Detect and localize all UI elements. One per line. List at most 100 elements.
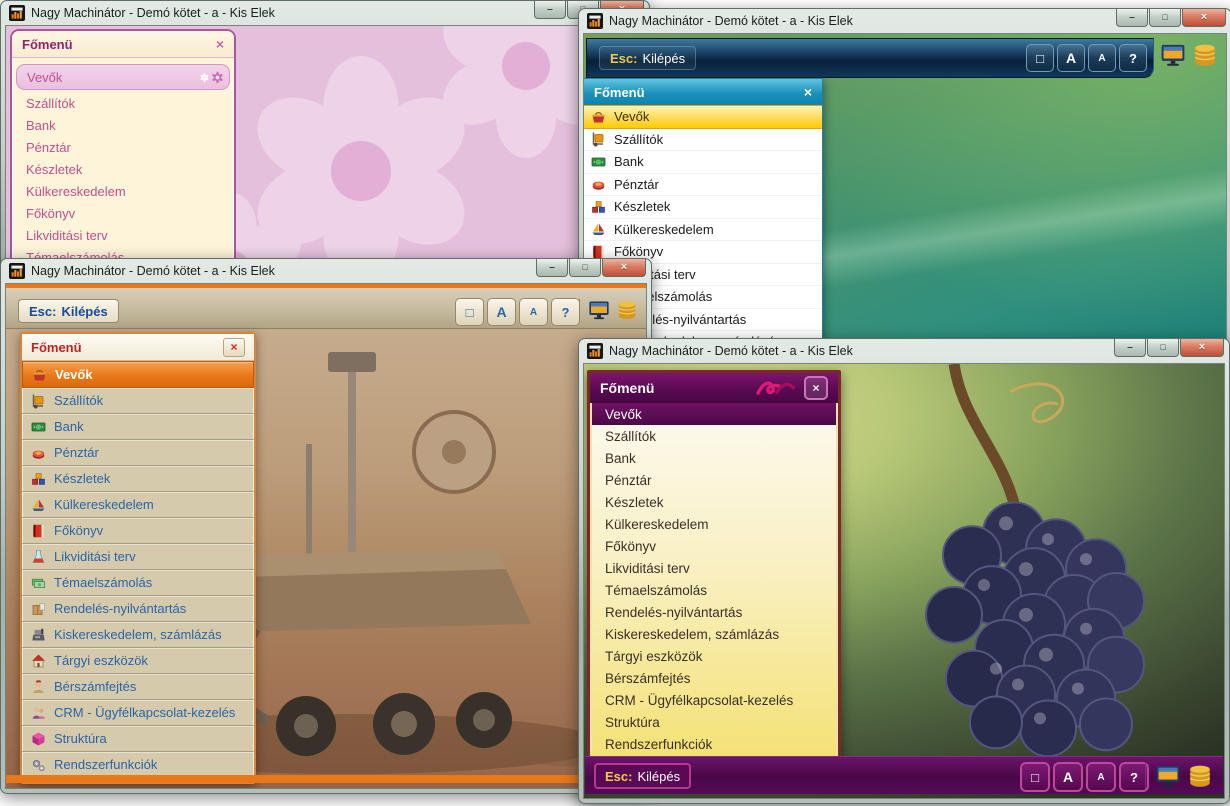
esc-exit-button[interactable]: Esc: Kilépés	[599, 46, 696, 70]
font-increase-button[interactable]: A	[1057, 44, 1085, 72]
menu-item-crm-ugyfelkapcsolat[interactable]: CRM - Ügyfélkapcsolat-kezelés	[592, 689, 836, 711]
menu-item-szallitok[interactable]: Szállítók	[584, 129, 822, 152]
menu-item-targyi-eszkozok[interactable]: Tárgyi eszközök	[22, 648, 254, 674]
close-icon[interactable]: ×	[804, 376, 828, 400]
menu-item-szallitok[interactable]: Szállítók	[22, 388, 254, 414]
menu-item-keszletek[interactable]: Készletek	[22, 466, 254, 492]
menu-item-bank[interactable]: Bank	[22, 414, 254, 440]
menu-item-penztar[interactable]: Pénztár	[22, 440, 254, 466]
menu-item-likviditasi-terv[interactable]: Likviditási terv	[592, 557, 836, 579]
help-button[interactable]: ?	[1119, 44, 1147, 72]
menu-item-likviditasi-terv[interactable]: Likviditási terv	[12, 224, 234, 246]
menu-item-berszamfejtes[interactable]: Bérszámfejtés	[592, 667, 836, 689]
close-button[interactable]: ×	[602, 259, 646, 277]
menu-item-rendszerfunkciok[interactable]: Rendszerfunkciók	[592, 733, 836, 755]
minimize-button[interactable]: –	[534, 1, 566, 19]
menu-item-kulkereskedelem[interactable]: Külkereskedelem	[22, 492, 254, 518]
menu-item-bank[interactable]: Bank	[12, 114, 234, 136]
font-decrease-button[interactable]: A	[1086, 762, 1116, 792]
maximize-button[interactable]: □	[1147, 339, 1179, 357]
minimize-button[interactable]: –	[1114, 339, 1146, 357]
esc-exit-button[interactable]: Esc: Kilépés	[18, 299, 119, 323]
menu-item-struktura[interactable]: Struktúra	[22, 726, 254, 752]
font-decrease-button[interactable]: A	[519, 298, 548, 326]
window-mode-button[interactable]: □	[1026, 44, 1054, 72]
maximize-button[interactable]: □	[569, 259, 601, 277]
monitor-icon[interactable]	[1155, 763, 1181, 789]
titlebar[interactable]: Nagy Machinátor - Demó kötet - a - Kis E…	[579, 9, 1230, 33]
minimize-button[interactable]: –	[536, 259, 568, 277]
menu-item-vevok[interactable]: Vevők	[16, 64, 230, 90]
window-title: Nagy Machinátor - Demó kötet - a - Kis E…	[609, 344, 853, 358]
sail-icon	[30, 497, 47, 513]
font-decrease-button[interactable]: A	[1088, 44, 1116, 72]
window-mode-button[interactable]: □	[455, 298, 484, 326]
menu-item-keszletek[interactable]: Készletek	[592, 491, 836, 513]
menu-item-label: Bank	[26, 118, 56, 133]
menu-item-szallitok[interactable]: Szállítók	[12, 92, 234, 114]
menu-item-label: Témaelszámolás	[605, 583, 707, 598]
menu-item-bank[interactable]: Bank	[584, 151, 822, 174]
menu-item-fokonyv[interactable]: Főkönyv	[12, 202, 234, 224]
database-icon[interactable]	[616, 299, 638, 321]
minimize-button[interactable]: –	[1116, 9, 1148, 27]
menu-item-penztar[interactable]: Pénztár	[12, 136, 234, 158]
menu-item-vevok[interactable]: Vevők	[592, 403, 836, 425]
menu-title: Főmenü	[594, 85, 645, 100]
menu-item-label: Vevők	[614, 109, 649, 124]
menu-item-keszletek[interactable]: Készletek	[584, 196, 822, 219]
database-icon[interactable]	[1192, 42, 1218, 68]
menu-item-fokonyv[interactable]: Főkönyv	[22, 518, 254, 544]
menu-item-crm-ugyfelkapcsolat[interactable]: CRM - Ügyfélkapcsolat-kezelés	[22, 700, 254, 726]
menu-item-rendeles-nyilvantartas[interactable]: Rendelés-nyilvántartás	[22, 596, 254, 622]
menu-item-struktura[interactable]: Struktúra	[592, 711, 836, 733]
window-grape-theme: Nagy Machinátor - Demó kötet - a - Kis E…	[578, 338, 1230, 804]
close-button[interactable]: ×	[1180, 339, 1224, 357]
esc-exit-button[interactable]: Esc: Kilépés	[594, 763, 691, 789]
database-icon[interactable]	[1187, 763, 1213, 789]
window-mode-button[interactable]: □	[1020, 762, 1050, 792]
menu-item-kulkereskedelem[interactable]: Külkereskedelem	[592, 513, 836, 535]
menu-item-vevok[interactable]: Vevők	[22, 361, 254, 388]
close-icon[interactable]: ×	[804, 84, 812, 100]
titlebar[interactable]: Nagy Machinátor - Demó kötet - a - Kis E…	[1, 1, 649, 25]
menu-item-fokonyv[interactable]: Főkönyv	[592, 535, 836, 557]
menu-item-label: Bank	[54, 419, 84, 434]
menu-item-kiskereskedelem-szamlazas[interactable]: Kiskereskedelem, számlázás	[22, 622, 254, 648]
toolbar: Esc: Kilépés □AA?	[6, 284, 646, 329]
menu-item-targyi-eszkozok[interactable]: Tárgyi eszközök	[592, 645, 836, 667]
menu-item-vevok[interactable]: Vevők	[584, 105, 822, 129]
close-icon[interactable]: ×	[216, 36, 224, 52]
menu-item-kiskereskedelem-szamlazas[interactable]: Kiskereskedelem, számlázás	[592, 623, 836, 645]
window-controls: –□×	[1116, 9, 1226, 27]
people-icon	[30, 705, 47, 721]
menu-item-penztar[interactable]: Pénztár	[592, 469, 836, 491]
menu-item-temaelszamolas[interactable]: Témaelszámolás	[22, 570, 254, 596]
monitor-icon[interactable]	[588, 299, 610, 321]
menu-item-penztar[interactable]: Pénztár	[584, 174, 822, 197]
titlebar[interactable]: Nagy Machinátor - Demó kötet - a - Kis E…	[579, 339, 1229, 363]
menu-item-kulkereskedelem[interactable]: Külkereskedelem	[584, 219, 822, 242]
titlebar[interactable]: Nagy Machinátor - Demó kötet - a - Kis E…	[1, 259, 651, 283]
menu-panel-header: Főmenü ×	[590, 373, 838, 403]
menu-item-kulkereskedelem[interactable]: Külkereskedelem	[12, 180, 234, 202]
swirl-decoration-icon	[756, 379, 796, 397]
handcart-icon	[30, 393, 47, 409]
help-button[interactable]: ?	[551, 298, 580, 326]
menu-item-szallitok[interactable]: Szállítók	[592, 425, 836, 447]
cubes-icon	[30, 471, 47, 487]
font-increase-button[interactable]: A	[1053, 762, 1083, 792]
close-icon[interactable]: ×	[223, 338, 245, 357]
menu-item-rendeles-nyilvantartas[interactable]: Rendelés-nyilvántartás	[592, 601, 836, 623]
menu-item-berszamfejtes[interactable]: Bérszámfejtés	[22, 674, 254, 700]
menu-item-likviditasi-terv[interactable]: Likviditási terv	[22, 544, 254, 570]
menu-item-temaelszamolas[interactable]: Témaelszámolás	[592, 579, 836, 601]
close-button[interactable]: ×	[1182, 9, 1226, 27]
font-increase-button[interactable]: A	[487, 298, 516, 326]
menu-item-bank[interactable]: Bank	[592, 447, 836, 469]
maximize-button[interactable]: □	[1149, 9, 1181, 27]
menu-item-label: Bérszámfejtés	[54, 679, 136, 694]
menu-item-keszletek[interactable]: Készletek	[12, 158, 234, 180]
house-icon	[30, 653, 47, 669]
monitor-icon[interactable]	[1160, 42, 1186, 68]
